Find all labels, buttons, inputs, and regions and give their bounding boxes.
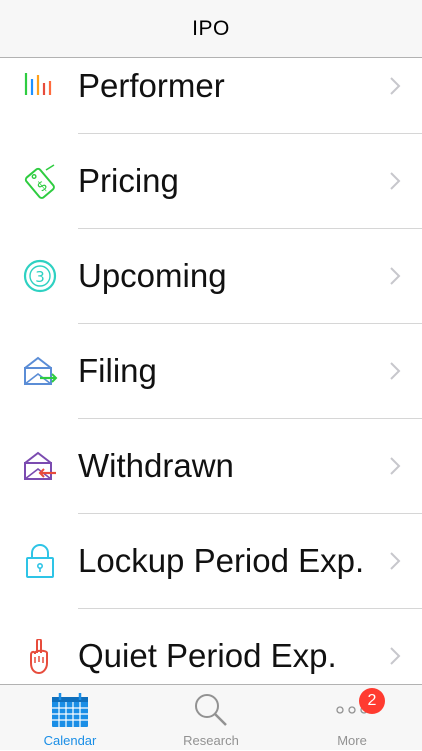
chevron-right-icon [388,455,402,477]
list-item-label: Quiet Period Exp. [78,637,337,674]
list-item-label: Withdrawn [78,447,234,484]
price-tag-icon: $ [22,164,58,200]
list-item-upcoming[interactable]: 3 Upcoming [0,229,422,324]
tab-label: Research [183,733,239,748]
magnifier-icon [191,691,231,734]
menu-list: Performer $ Pricing 3 Upcoming Filing Wi… [0,58,422,684]
list-item-label: Performer [78,67,225,104]
list-item-lockup-period[interactable]: Lockup Period Exp. [0,514,422,609]
chevron-right-icon [388,360,402,382]
tab-label: Calendar [43,733,97,748]
envelope-in-icon [22,354,58,390]
list-item-label: Pricing [78,162,179,199]
list-item-withdrawn[interactable]: Withdrawn [0,419,422,514]
svg-text:3: 3 [35,268,45,286]
page-title: IPO [192,16,230,40]
number-3-circle-icon: 3 [22,259,58,295]
navigation-bar: IPO [0,0,422,58]
envelope-out-icon [22,449,58,485]
list-item-filing[interactable]: Filing [0,324,422,419]
shush-hand-icon [22,638,58,675]
tab-research[interactable]: Research [141,685,281,751]
chevron-right-icon [388,550,402,572]
chevron-right-icon [388,75,402,97]
list-item-label: Lockup Period Exp. [78,542,365,579]
chevron-right-icon [388,265,402,287]
chevron-right-icon [388,645,402,667]
lock-icon [22,544,58,580]
tab-more[interactable]: More [282,685,422,751]
chevron-right-icon [388,170,402,192]
notification-badge: 2 [359,688,385,714]
list-item-label: Upcoming [78,257,227,294]
list-item-label: Filing [78,352,157,389]
list-item-quiet-period[interactable]: Quiet Period Exp. [0,609,422,684]
bar-chart-icon [22,69,58,105]
tab-bar: Calendar Research More 2 [0,684,422,750]
tab-label: More [337,733,367,748]
tab-calendar[interactable]: Calendar [0,685,140,751]
list-item-performer[interactable]: Performer [0,58,422,134]
calendar-icon [50,691,90,734]
list-item-pricing[interactable]: $ Pricing [0,134,422,229]
